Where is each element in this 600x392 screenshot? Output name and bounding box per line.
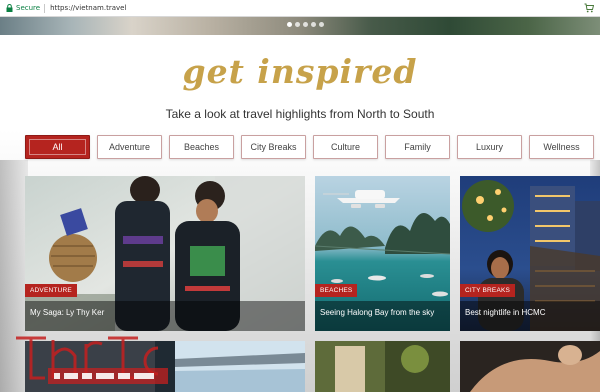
filter-tab-family[interactable]: Family [385, 135, 450, 159]
section-subtitle: Take a look at travel highlights from No… [165, 107, 435, 121]
story-card-partial[interactable] [315, 341, 450, 392]
slider-dot[interactable] [287, 22, 292, 27]
section-title: get inspired [182, 52, 418, 91]
story-card-city-breaks[interactable]: CITY BREAKS Best nightlife in HCMC [460, 176, 600, 331]
address-bar[interactable]: Secure https://vietnam.travel [0, 0, 600, 17]
filter-tab-adventure[interactable]: Adventure [97, 135, 162, 159]
card-image [315, 341, 450, 392]
story-card-partial[interactable] [460, 341, 600, 392]
url-text[interactable]: https://vietnam.travel [50, 4, 126, 12]
filter-tab-luxury[interactable]: Luxury [457, 135, 522, 159]
slider-dot[interactable] [319, 22, 324, 27]
slider-dot[interactable] [303, 22, 308, 27]
card-category-badge: CITY BREAKS [460, 284, 516, 297]
cart-icon[interactable] [584, 3, 594, 13]
secure-label: Secure [16, 4, 41, 12]
slider-dots [287, 22, 324, 27]
lock-icon [6, 4, 13, 12]
slider-dot[interactable] [295, 22, 300, 27]
hero-slider [0, 17, 600, 35]
watermark-logo [16, 336, 168, 384]
card-image [460, 341, 600, 392]
card-category-badge: BEACHES [315, 284, 358, 297]
card-title[interactable]: Seeing Halong Bay from the sky [315, 301, 450, 331]
card-category-badge: ADVENTURE [25, 284, 77, 297]
filter-tab-wellness[interactable]: Wellness [529, 135, 594, 159]
address-separator [44, 3, 46, 13]
filter-tab-all[interactable]: All [25, 135, 90, 159]
filter-tab-beaches[interactable]: Beaches [169, 135, 234, 159]
card-title[interactable]: Best nightlife in HCMC [460, 301, 600, 331]
story-card-adventure[interactable]: ADVENTURE My Saga: Ly Thy Ker [25, 176, 305, 331]
slider-dot[interactable] [311, 22, 316, 27]
filter-tab-culture[interactable]: Culture [313, 135, 378, 159]
story-card-beaches[interactable]: BEACHES Seeing Halong Bay from the sky [315, 176, 450, 331]
filter-tab-city-breaks[interactable]: City Breaks [241, 135, 306, 159]
